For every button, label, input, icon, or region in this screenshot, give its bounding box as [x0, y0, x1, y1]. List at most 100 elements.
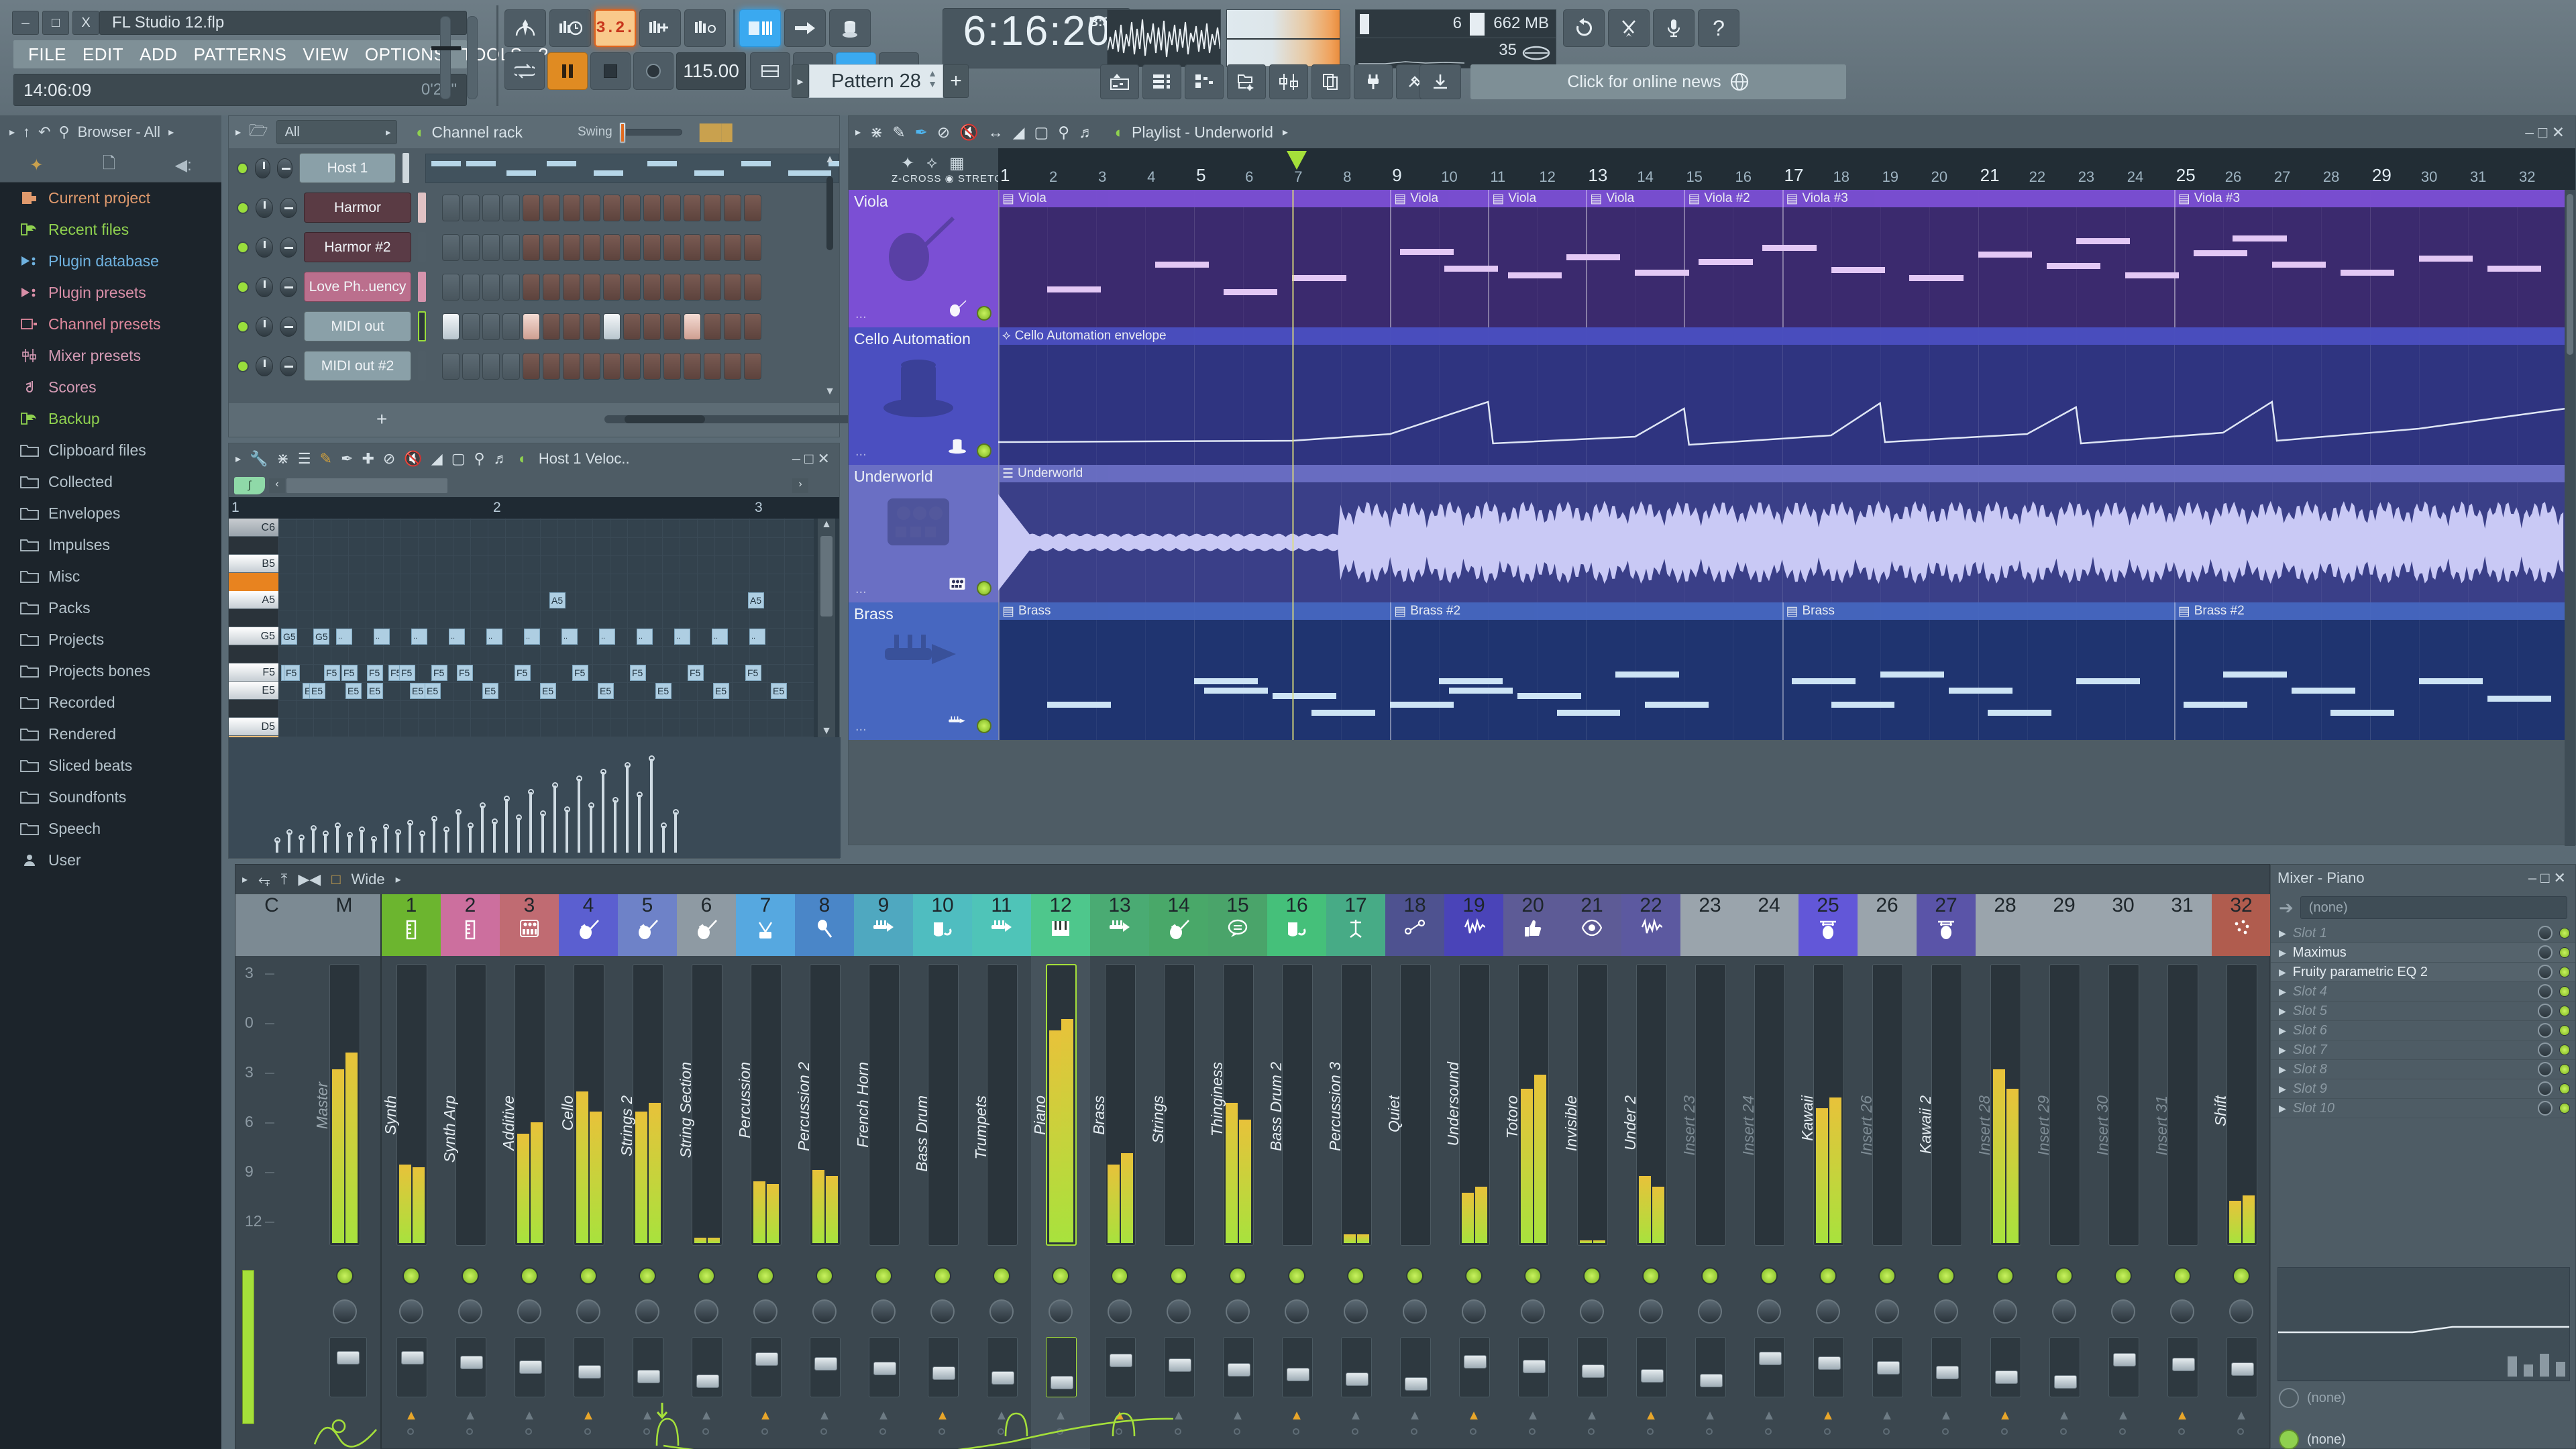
mixer-strip-name[interactable]: Insert 24 — [1739, 1095, 1758, 1156]
mixer-strip-header[interactable]: 15 — [1208, 894, 1267, 956]
pl-tool-select-icon[interactable]: ▢ — [1034, 123, 1049, 142]
mixer-strip-name[interactable]: Invisible — [1562, 1095, 1580, 1151]
step-button[interactable] — [523, 352, 540, 380]
browser-next-arrow[interactable]: ▸ — [168, 125, 174, 139]
piano-plus-icon[interactable] — [639, 9, 681, 47]
mixer-strip-fader-slot[interactable] — [751, 1337, 782, 1397]
mixer-strip[interactable]: 14 Strings ▲ — [1149, 894, 1208, 1449]
mixer-strip-fader-slot[interactable] — [1046, 1337, 1077, 1397]
mixer-strip-header[interactable]: 28 — [1976, 894, 2035, 956]
piano-roll-note[interactable]: E5 — [713, 683, 729, 699]
mixer-strip-header[interactable]: 27 — [1917, 894, 1976, 956]
velocity-bar[interactable] — [626, 765, 629, 853]
mixer-strip-header[interactable]: 12 — [1031, 894, 1090, 956]
channel-name-button[interactable]: Harmor — [304, 193, 411, 223]
channel-row[interactable]: MIDI out — [229, 307, 839, 346]
mixer-strip[interactable]: 7 Percussion ▲ — [736, 894, 795, 1449]
channel-enable-led[interactable] — [237, 241, 249, 254]
piano-roll-note[interactable]: .. — [336, 629, 352, 645]
mixer-strip-header[interactable]: 5 — [618, 894, 677, 956]
mixer-strip-name[interactable]: Insert 23 — [1680, 1095, 1699, 1156]
step-button[interactable] — [684, 313, 701, 340]
mixer-strip-led[interactable] — [1288, 1267, 1305, 1285]
minimize-button[interactable]: _ — [12, 10, 39, 35]
piano-roll-note[interactable]: F5 — [515, 665, 531, 681]
add-channel-button[interactable]: + — [376, 409, 387, 430]
step-button[interactable] — [442, 313, 460, 340]
mixer-strip-fader-slot[interactable] — [1341, 1337, 1372, 1397]
pl-tool-slice-icon[interactable]: ◢ — [1013, 123, 1025, 142]
mixer-strip-led[interactable] — [1052, 1267, 1069, 1285]
mixer-strip-name[interactable]: Insert 29 — [2035, 1095, 2053, 1156]
eq-mini-faders[interactable] — [2508, 1354, 2565, 1377]
arrow-right-icon[interactable] — [784, 9, 826, 47]
mixer-strip-name[interactable]: Cello — [559, 1095, 577, 1130]
velocity-bar[interactable] — [336, 826, 339, 853]
playlist-track-lane[interactable]: ☰ Underworld — [998, 465, 2575, 602]
channel-volume-knob[interactable] — [280, 197, 297, 218]
mixer-menu-arrow[interactable]: ▸ — [242, 873, 248, 886]
step-button[interactable] — [704, 194, 721, 221]
velocity-handle[interactable] — [516, 814, 522, 820]
mixer-view-icon[interactable]: □ — [331, 871, 340, 888]
mixer-strip-header[interactable]: 23 — [1680, 894, 1739, 956]
knob-icon[interactable] — [829, 9, 871, 47]
mixer-strip-led[interactable] — [1406, 1267, 1424, 1285]
zcross-toggle[interactable]: ◉ — [945, 173, 955, 184]
browser-item-projects[interactable]: Projects — [0, 624, 221, 655]
mixer-strip-name[interactable]: Insert 31 — [2153, 1095, 2171, 1156]
tool-paint-icon[interactable]: ✒ — [341, 450, 353, 468]
step-button[interactable] — [563, 194, 580, 221]
mixer-strip-name[interactable]: Percussion 2 — [795, 1062, 813, 1151]
channel-enable-led[interactable] — [237, 201, 249, 214]
velocity-handle[interactable] — [431, 816, 437, 822]
mixer-strip-header[interactable]: 16 — [1267, 894, 1326, 956]
channel-row[interactable]: MIDI out #2 — [229, 346, 839, 386]
step-button[interactable] — [523, 233, 540, 261]
mixer-strip-header[interactable]: 30 — [2094, 894, 2153, 956]
mixer-strip-fader-slot[interactable] — [1695, 1337, 1726, 1397]
velocity-bar[interactable] — [409, 823, 411, 853]
mixer-strip[interactable]: 18 Quiet ▲ — [1385, 894, 1444, 1449]
velocity-handle[interactable] — [528, 789, 534, 795]
mixer-strip-fader-slot[interactable] — [1754, 1337, 1785, 1397]
mixer-strip[interactable]: 10 Bass Drum ▲ — [913, 894, 972, 1449]
mixer-strip[interactable]: 17 Percussion 3 ▲ — [1326, 894, 1385, 1449]
mixer-strip-name[interactable]: Synth Arp — [441, 1095, 459, 1163]
browser-item-impulses[interactable]: Impulses — [0, 529, 221, 561]
velocity-bar[interactable] — [529, 792, 532, 853]
mixer-strip-fader-slot[interactable] — [2108, 1337, 2139, 1397]
velocity-bar[interactable] — [566, 810, 568, 853]
playlist-clip[interactable]: ▤ Viola #3 — [1782, 190, 2176, 327]
mixer-strip-fader-slot[interactable] — [1931, 1337, 1962, 1397]
piano-roll-hscroll-thumb[interactable] — [286, 478, 447, 493]
mixer-strip-header[interactable]: 32 — [2212, 894, 2271, 956]
browser-icon[interactable] — [1227, 64, 1266, 99]
velocity-handle[interactable] — [673, 809, 679, 815]
mixer-strip[interactable]: 12 Piano ▲ — [1031, 894, 1090, 1449]
pl-tool-draw-icon[interactable]: ✎ — [892, 123, 905, 142]
piano-roll-vscrollbar[interactable]: ▲ ▼ — [818, 519, 835, 737]
mixer-strip-name[interactable]: Insert 30 — [2094, 1095, 2112, 1156]
mixer-strip-header[interactable]: 3 — [500, 894, 559, 956]
channel-volume-knob[interactable] — [280, 237, 297, 258]
mixer-strip-pan-knob[interactable] — [1521, 1299, 1545, 1324]
track-enable-led[interactable] — [977, 306, 991, 321]
mixer-strip-pan-knob[interactable] — [1462, 1299, 1486, 1324]
pattern-add-button[interactable]: + — [943, 64, 969, 98]
piano-key-highlight[interactable] — [229, 573, 278, 591]
piano-roll-note[interactable]: E5 — [410, 683, 426, 699]
mixer-strip[interactable]: 19 Undersound ▲ — [1444, 894, 1503, 1449]
piano-roll-menu-arrow[interactable]: ▸ — [235, 452, 241, 466]
slot-enable-led[interactable] — [2559, 1064, 2570, 1075]
mixer-strip-fader-slot[interactable] — [1636, 1337, 1667, 1397]
step-button[interactable] — [482, 233, 500, 261]
browser-item-sliced-beats[interactable]: Sliced beats — [0, 750, 221, 782]
piano-roll-magnet-icon[interactable]: ⋇ — [276, 450, 288, 468]
step-button[interactable] — [502, 352, 520, 380]
eq-display[interactable] — [2277, 1267, 2570, 1381]
piano-roll-note[interactable]: E5 — [367, 683, 383, 699]
mixer-fx-slot[interactable]: ▶ Slot 5 — [2271, 1002, 2575, 1021]
project-files-icon[interactable] — [1311, 64, 1350, 99]
channel-target-bar[interactable] — [418, 311, 426, 341]
